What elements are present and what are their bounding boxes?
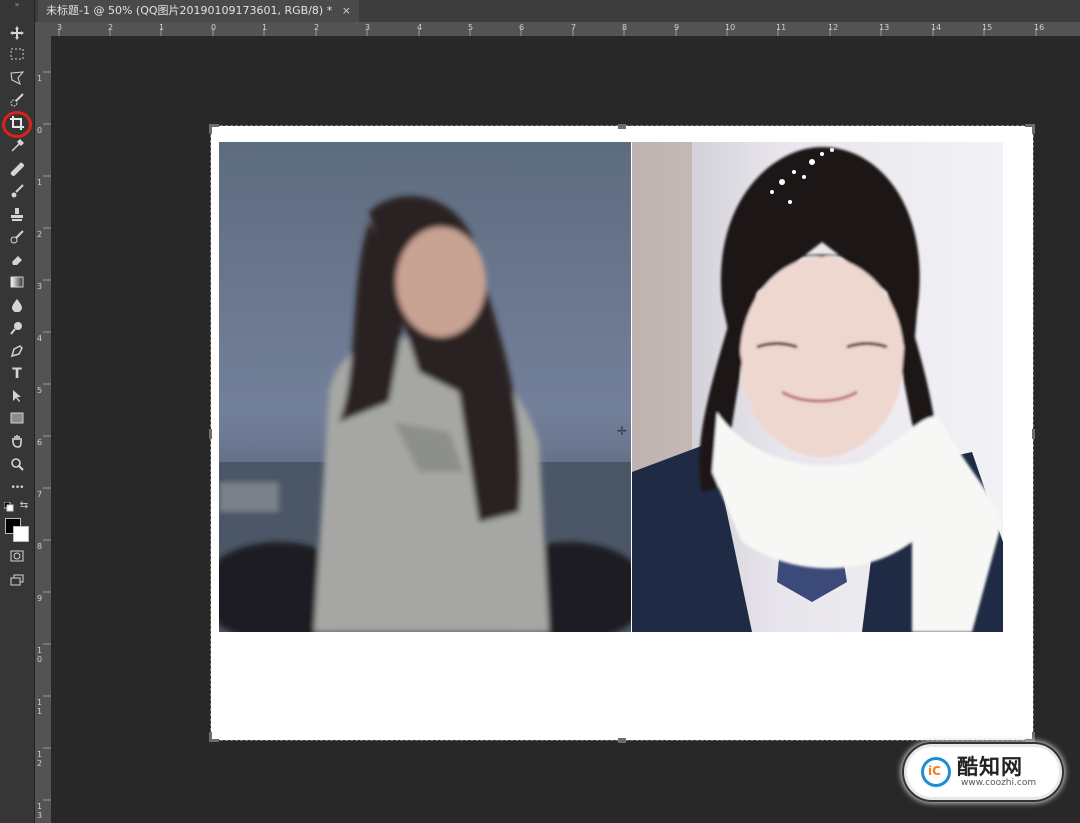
- ruler-label: 9: [674, 23, 680, 32]
- tools-panel: » T ••• ⇆: [0, 0, 35, 823]
- ruler-label: 4: [417, 23, 423, 32]
- ruler-label: 4: [37, 334, 43, 343]
- ruler-label: 3: [57, 23, 63, 32]
- watermark-logo-icon: iC: [921, 757, 951, 787]
- ruler-label: 14: [931, 23, 942, 32]
- watermark-url: www.coozhi.com: [961, 778, 1037, 788]
- screen-mode-icon[interactable]: [5, 572, 29, 592]
- ruler-label: 1 0: [37, 646, 43, 664]
- crop-icon[interactable]: [5, 114, 29, 134]
- document-canvas[interactable]: ✛: [209, 124, 1035, 743]
- drop-icon[interactable]: [5, 296, 29, 316]
- ruler-label: 5: [468, 23, 474, 32]
- ruler-label: 2: [314, 23, 320, 32]
- ruler-label: 6: [37, 438, 43, 447]
- ruler-label: 9: [37, 594, 43, 603]
- crop-handle[interactable]: [1032, 429, 1035, 439]
- crop-handle[interactable]: [618, 124, 626, 129]
- ellipsis-icon[interactable]: •••: [5, 478, 29, 498]
- quick-select-icon[interactable]: [5, 91, 29, 111]
- swap-colors-icon[interactable]: ⇆: [18, 500, 30, 512]
- photo-girl-white-scarf: [632, 142, 1003, 632]
- ruler-label: 2: [37, 230, 43, 239]
- ruler-label: 0: [211, 23, 217, 32]
- background-color-swatch[interactable]: [13, 526, 29, 542]
- default-colors-icon[interactable]: [2, 500, 16, 512]
- ruler-label: 10: [725, 23, 736, 32]
- ruler-label: 15: [982, 23, 993, 32]
- ruler-label: 1 1: [37, 698, 43, 716]
- move-icon[interactable]: [5, 24, 29, 44]
- crop-handle[interactable]: [618, 738, 626, 743]
- document-tab-title: 未标题-1 @ 50% (QQ图片20190109173601, RGB/8) …: [46, 4, 333, 17]
- close-icon[interactable]: ×: [342, 4, 351, 17]
- gradient-icon[interactable]: [5, 273, 29, 293]
- pen-icon[interactable]: [5, 342, 29, 362]
- crop-handle[interactable]: [209, 429, 212, 439]
- vertical-ruler: 1 0 1 2 3 4 5 6 7 8 9 1 0 1 1 1 2 1 3: [35, 22, 51, 823]
- collapse-grip-icon[interactable]: »: [0, 0, 34, 10]
- ruler-label: 2: [108, 23, 114, 32]
- ruler-label: 1: [37, 74, 43, 83]
- ruler-label: 5: [37, 386, 43, 395]
- hand-icon[interactable]: [5, 432, 29, 452]
- arrow-icon[interactable]: [5, 387, 29, 407]
- quick-mask-icon[interactable]: [5, 548, 29, 568]
- zoom-icon[interactable]: [5, 455, 29, 475]
- document-tab-bar: 未标题-1 @ 50% (QQ图片20190109173601, RGB/8) …: [0, 0, 1080, 22]
- rect-marquee-icon[interactable]: [5, 46, 29, 66]
- ruler-label: 8: [37, 542, 43, 551]
- polygon-lasso-icon[interactable]: [5, 69, 29, 89]
- history-brush-icon[interactable]: [5, 228, 29, 248]
- crop-handle[interactable]: [1032, 124, 1035, 134]
- ruler-label: 1: [159, 23, 165, 32]
- type-icon[interactable]: T: [5, 364, 29, 384]
- rectangle-icon[interactable]: [5, 410, 29, 430]
- ruler-label: 7: [571, 23, 577, 32]
- ruler-label: 8: [622, 23, 628, 32]
- ruler-label: 16: [1034, 23, 1045, 32]
- ruler-label: 6: [519, 23, 525, 32]
- watermark-badge: iC 酷知网 www.coozhi.com: [904, 744, 1062, 800]
- watermark-name: 酷知网: [957, 755, 1023, 779]
- ruler-label: 7: [37, 490, 43, 499]
- ruler-label: 11: [776, 23, 787, 32]
- crop-handle[interactable]: [1032, 732, 1035, 742]
- crop-handle[interactable]: [209, 124, 212, 134]
- ruler-label: 1: [262, 23, 268, 32]
- watermark-logo-text: iC: [928, 764, 941, 778]
- brush-icon[interactable]: [5, 182, 29, 202]
- horizontal-ruler: 3 2 1 0 1 2 3 4 5 6 7 8 9 10 11 12 13 14…: [36, 22, 1080, 36]
- photo-woman-by-sea: [219, 142, 631, 632]
- eyedropper-icon[interactable]: [5, 137, 29, 157]
- dodge-icon[interactable]: [5, 319, 29, 339]
- ruler-label: 3: [37, 282, 43, 291]
- stamp-icon[interactable]: [5, 205, 29, 225]
- ruler-label: 1: [37, 178, 43, 187]
- ruler-label: 1 3: [37, 802, 43, 820]
- ruler-label: 0: [37, 126, 43, 135]
- ruler-label: 13: [879, 23, 890, 32]
- eraser-icon[interactable]: [5, 251, 29, 271]
- ruler-label: 12: [828, 23, 839, 32]
- bandage-icon[interactable]: [5, 160, 29, 180]
- document-tab[interactable]: 未标题-1 @ 50% (QQ图片20190109173601, RGB/8) …: [38, 0, 359, 22]
- crop-handle[interactable]: [209, 732, 212, 742]
- ruler-label: 3: [365, 23, 371, 32]
- crosshair-icon: ✛: [617, 424, 628, 438]
- ruler-label: 1 2: [37, 750, 43, 768]
